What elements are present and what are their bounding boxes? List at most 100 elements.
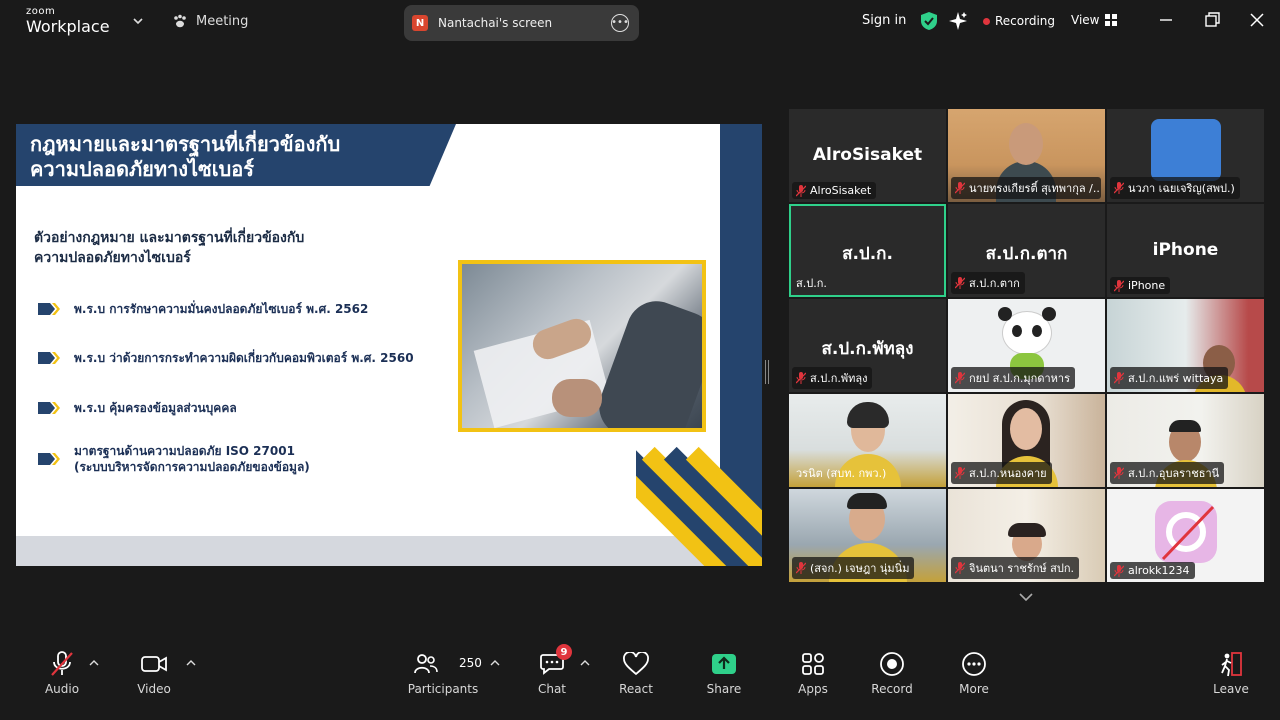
mic-muted-icon: [1114, 564, 1124, 577]
mic-muted-icon: [796, 562, 806, 574]
participant-name-large: ส.ป.ก.: [842, 244, 893, 264]
bullet-arrow-icon: [38, 352, 60, 364]
shared-screen[interactable]: กฎหมายและมาตรฐานที่เกี่ยวข้องกับ ความปลอ…: [16, 124, 762, 566]
minimize-icon[interactable]: [1156, 10, 1176, 30]
mic-muted-icon: [955, 372, 965, 384]
participant-label: alrokk1234: [1110, 562, 1195, 579]
mic-muted-icon: [955, 182, 965, 194]
recording-indicator[interactable]: Recording: [983, 14, 1055, 28]
bullet-item: พ.ร.บ ว่าด้วยการกระทำความผิดเกี่ยวกับคอม…: [38, 350, 414, 366]
mic-muted-icon: [1114, 467, 1124, 479]
recording-dot-icon: [983, 17, 990, 25]
participant-count: 250: [459, 656, 482, 670]
participant-label: กยป ส.ป.ก.มุกดาหาร: [951, 367, 1075, 389]
participant-tile-active-speaker[interactable]: ส.ป.ก. ส.ป.ก.: [789, 204, 946, 297]
camera-off-avatar-icon: [1155, 501, 1217, 563]
participant-tile[interactable]: ส.ป.ก.ตาก ส.ป.ก.ตาก: [948, 204, 1105, 297]
mic-muted-icon: [796, 184, 806, 197]
participants-icon: [414, 654, 438, 674]
participant-tile[interactable]: AlroSisaket AlroSisaket: [789, 109, 946, 202]
mic-muted-icon: [955, 277, 965, 289]
chat-button[interactable]: 9 Chat: [517, 644, 587, 696]
bullet-text: พ.ร.บ การรักษาความมั่นคงปลอดภัยไซเบอร์ พ…: [74, 302, 369, 316]
participant-label: ส.ป.ก.พัทลุง: [792, 367, 873, 389]
participant-gallery: AlroSisaket AlroSisaket นายทรงเกียรติ์ ส…: [789, 109, 1265, 582]
bullet-subtext: (ระบบบริหารจัดการความปลอดภัยของข้อมูล): [74, 460, 310, 474]
slide-title: กฎหมายและมาตรฐานที่เกี่ยวข้องกับ ความปลอ…: [30, 132, 450, 182]
heart-icon: [623, 652, 649, 676]
bullet-text: มาตรฐานด้านความปลอดภัย ISO 27001: [74, 444, 295, 458]
zoom-workplace-logo[interactable]: zoom Workplace: [26, 7, 110, 35]
record-button[interactable]: Record: [857, 650, 927, 696]
participant-tile[interactable]: นายทรงเกียรติ์ สุเทพากุล /...: [948, 109, 1105, 202]
mic-muted-icon: [955, 562, 965, 574]
brand-small-text: zoom: [26, 6, 56, 17]
sharer-avatar: N: [412, 15, 428, 31]
video-options-caret-icon[interactable]: [186, 659, 196, 667]
participant-name-large: ส.ป.ก.พัทลุง: [821, 339, 914, 359]
view-button[interactable]: View: [1071, 13, 1118, 27]
view-label: View: [1071, 13, 1100, 27]
ai-companion-icon[interactable]: [948, 11, 968, 31]
more-dots-icon: [962, 652, 986, 676]
share-screen-button[interactable]: Share: [689, 650, 759, 696]
video-camera-icon: [141, 656, 167, 672]
mic-muted-icon: [1114, 182, 1124, 194]
close-icon[interactable]: [1247, 10, 1267, 30]
participant-tile[interactable]: (สจก.) เจษฎา นุ่มนิ่ม: [789, 489, 946, 582]
participant-tile[interactable]: ส.ป.ก.แพร่ wittaya: [1107, 299, 1264, 392]
participant-tile[interactable]: วรนิต (สบท. กพว.): [789, 394, 946, 487]
mic-muted-icon: [1114, 279, 1124, 292]
mic-muted-icon: [1114, 372, 1124, 384]
participant-name-large: iPhone: [1152, 240, 1219, 260]
participant-label: ส.ป.ก.: [796, 277, 827, 290]
apps-button[interactable]: Apps: [778, 650, 848, 696]
audio-button[interactable]: Audio: [27, 650, 97, 696]
video-button[interactable]: Video: [119, 650, 189, 696]
participant-tile[interactable]: iPhone iPhone: [1107, 204, 1264, 297]
record-label: Record: [871, 682, 913, 696]
more-label: More: [959, 682, 989, 696]
meeting-label: Meeting: [196, 13, 249, 29]
chat-unread-badge: 9: [556, 644, 572, 660]
more-button[interactable]: More: [939, 650, 1009, 696]
chat-options-caret-icon[interactable]: [580, 659, 590, 667]
bullet-text: พ.ร.บ คุ้มครองข้อมูลส่วนบุคคล: [74, 401, 237, 415]
gallery-next-page-icon[interactable]: [1018, 591, 1034, 603]
participants-options-caret-icon[interactable]: [490, 659, 500, 667]
participant-tile[interactable]: alrokk1234: [1107, 489, 1264, 582]
subheading-line-2: ความปลอดภัยทางไซเบอร์: [34, 250, 191, 266]
audio-options-caret-icon[interactable]: [89, 659, 99, 667]
participant-tile[interactable]: ส.ป.ก.พัทลุง ส.ป.ก.พัทลุง: [789, 299, 946, 392]
participant-label: นายทรงเกียรติ์ สุเทพากุล /...: [951, 177, 1101, 199]
slide-subheading: ตัวอย่างกฎหมาย และมาตรฐานที่เกี่ยวข้องกั…: [34, 228, 364, 268]
participant-label: ส.ป.ก.แพร่ wittaya: [1110, 367, 1229, 389]
meeting-tab[interactable]: Meeting: [172, 13, 248, 29]
shield-check-icon[interactable]: [920, 11, 938, 31]
slide-title-line-1: กฎหมายและมาตรฐานที่เกี่ยวข้องกับ: [30, 132, 341, 156]
chevron-down-icon[interactable]: [131, 14, 145, 28]
more-options-icon[interactable]: •••: [611, 14, 629, 32]
sharing-indicator[interactable]: N Nantachai's screen •••: [404, 5, 639, 41]
bullet-text: พ.ร.บ ว่าด้วยการกระทำความผิดเกี่ยวกับคอม…: [74, 351, 414, 365]
mic-muted-icon: [955, 467, 965, 479]
sign-in-link[interactable]: Sign in: [862, 13, 906, 28]
grid-view-icon: [1105, 14, 1118, 26]
leave-button[interactable]: Leave: [1196, 650, 1266, 696]
sharing-name: Nantachai's screen: [438, 16, 553, 30]
react-label: React: [619, 682, 653, 696]
react-button[interactable]: React: [601, 650, 671, 696]
bullet-item: พ.ร.บ คุ้มครองข้อมูลส่วนบุคคล: [38, 400, 237, 416]
participant-tile[interactable]: นวภา เฉยเจริญ(สพป.): [1107, 109, 1264, 202]
participant-tile[interactable]: กยป ส.ป.ก.มุกดาหาร: [948, 299, 1105, 392]
participant-tile[interactable]: ส.ป.ก.หนองคาย: [948, 394, 1105, 487]
split-resize-handle[interactable]: [765, 360, 769, 384]
restore-icon[interactable]: [1202, 10, 1222, 30]
apps-grid-icon: [802, 653, 824, 675]
participant-tile[interactable]: ส.ป.ก.อุบลราชธานี: [1107, 394, 1264, 487]
top-bar: zoom Workplace Meeting N Nantachai's scr…: [0, 0, 1280, 44]
participant-label: ส.ป.ก.ตาก: [951, 272, 1025, 294]
bullet-arrow-icon: [38, 402, 60, 414]
participant-tile[interactable]: จินตนา ราชรักษ์ สปก.: [948, 489, 1105, 582]
mic-muted-icon: [796, 372, 806, 384]
